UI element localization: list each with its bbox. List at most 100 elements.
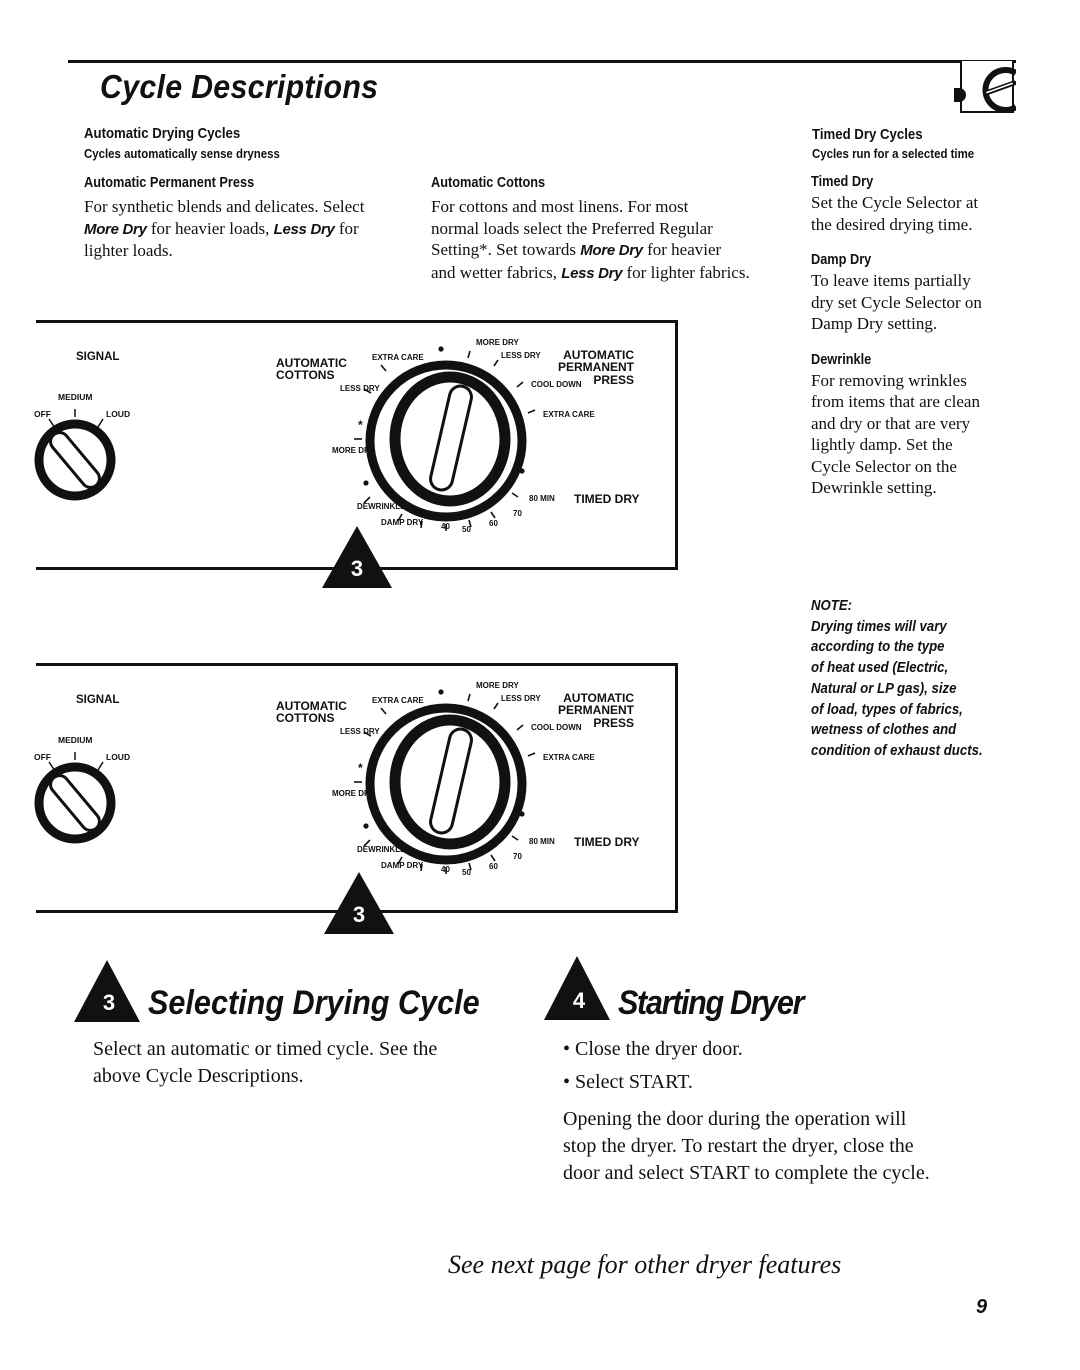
preferred-setting-marker: * bbox=[358, 418, 363, 432]
text-line: from items that are clean bbox=[811, 392, 980, 411]
signal-label: SIGNAL bbox=[76, 694, 119, 706]
timed-dry-label: TIMED DRY bbox=[574, 492, 640, 506]
auto-perm-press-label-2: PERMANENT bbox=[558, 360, 635, 374]
text-line: Setting*. Set towards More Dry for heavi… bbox=[431, 239, 791, 262]
cottons-heading: Automatic Cottons bbox=[431, 175, 546, 191]
signal-knob[interactable] bbox=[34, 752, 116, 844]
note-line: wetness of clothes and bbox=[811, 721, 957, 739]
cool-down-label: COOL DOWN bbox=[531, 723, 582, 732]
text-line: Opening the door during the operation wi… bbox=[563, 1108, 907, 1130]
text-line: Dewrinkle setting. bbox=[811, 478, 937, 497]
text-line: above Cycle Descriptions. bbox=[93, 1065, 304, 1087]
signal-knob[interactable] bbox=[34, 409, 116, 501]
text-run: Setting*. Set towards bbox=[431, 240, 581, 259]
see-next-page-note: See next page for other dryer features bbox=[448, 1250, 842, 1279]
emphasis-less-dry: Less Dry bbox=[561, 264, 623, 282]
70-label: 70 bbox=[513, 509, 522, 518]
signal-medium-label: MEDIUM bbox=[58, 392, 92, 402]
text-line: For synthetic blends and delicates. Sele… bbox=[84, 197, 365, 216]
extra-care-right-label: EXTRA CARE bbox=[543, 410, 595, 419]
timed-dry-label: TIMED DRY bbox=[574, 835, 640, 849]
damp-dry-text: To leave items partially dry set Cycle S… bbox=[811, 270, 1051, 335]
step3-text: Select an automatic or timed cycle. See … bbox=[93, 1036, 437, 1090]
text-line: and wetter fabrics, Less Dry for lighter… bbox=[431, 262, 791, 285]
text-line: stop the dryer. To restart the dryer, cl… bbox=[563, 1135, 914, 1157]
less-dry-right-label: LESS DRY bbox=[501, 351, 541, 360]
text-line: To leave items partially bbox=[811, 271, 971, 290]
badge-number: 3 bbox=[350, 556, 364, 581]
note-label: NOTE: bbox=[811, 597, 853, 614]
note-line: condition of exhaust ducts. bbox=[811, 741, 983, 759]
badge-number: 3 bbox=[352, 902, 366, 927]
perm-press-heading: Automatic Permanent Press bbox=[84, 175, 255, 191]
step3-badge: 3 bbox=[74, 960, 144, 1022]
text-line: Select an automatic or timed cycle. See … bbox=[93, 1038, 438, 1060]
text-line: Set the Cycle Selector at bbox=[811, 193, 979, 212]
text-line: dry set Cycle Selector on bbox=[811, 292, 982, 312]
panel-step-badge-1: 3 bbox=[322, 526, 392, 588]
signal-loud-label: LOUD bbox=[106, 752, 130, 762]
80-min-label: 80 MIN bbox=[529, 494, 555, 503]
text-run: and wetter fabrics, bbox=[431, 262, 562, 282]
signal-off-label: OFF bbox=[34, 409, 51, 419]
bullet-item: Close the dryer door. bbox=[563, 1036, 930, 1063]
text-line: door and select START to complete the cy… bbox=[563, 1162, 930, 1184]
extra-care-left-label: EXTRA CARE bbox=[372, 696, 424, 705]
bullet-item: Select START. bbox=[563, 1069, 930, 1096]
60-label: 60 bbox=[489, 862, 498, 871]
text-line: More Dry for heavier loads, Less Dry for bbox=[84, 218, 404, 241]
text-line: Cycle Selector on the bbox=[811, 456, 957, 476]
text-line: For cottons and most linens. For most bbox=[431, 197, 689, 216]
timed-cycles-subheading: Cycles run for a selected time bbox=[812, 146, 975, 161]
signal-medium-label: MEDIUM bbox=[58, 735, 92, 745]
auto-cottons-label-2: COTTONS bbox=[276, 711, 334, 725]
badge-number: 4 bbox=[572, 988, 586, 1013]
less-dry-right-label: LESS DRY bbox=[501, 694, 541, 703]
80-min-label: 80 MIN bbox=[529, 837, 555, 846]
page-number: 9 bbox=[976, 1296, 988, 1318]
text-line: normal loads select the Preferred Regula… bbox=[431, 218, 713, 238]
text-run: for bbox=[334, 218, 359, 238]
auto-cottons-label-2: COTTONS bbox=[276, 368, 334, 382]
auto-perm-press-label-3: PRESS bbox=[593, 373, 634, 387]
perm-press-description: For synthetic blends and delicates. Sele… bbox=[84, 196, 404, 262]
extra-care-left-label: EXTRA CARE bbox=[372, 353, 424, 362]
text-line: lightly damp. Set the bbox=[811, 435, 953, 454]
emphasis-less-dry: Less Dry bbox=[273, 220, 335, 238]
text-run: for heavier bbox=[642, 240, 722, 259]
auto-perm-press-label-2: PERMANENT bbox=[558, 703, 635, 717]
damp-dry-label: DAMP DRY bbox=[381, 861, 424, 870]
page-title: Cycle Descriptions bbox=[100, 68, 379, 105]
step4-text: Close the dryer door. Select START. Open… bbox=[563, 1036, 930, 1187]
text-line: lighter loads. bbox=[84, 241, 173, 260]
text-run: for heavier loads, bbox=[146, 218, 274, 238]
automatic-cycles-subheading: Cycles automatically sense dryness bbox=[84, 146, 280, 161]
text-line: and dry or that are very bbox=[811, 413, 971, 433]
more-dry-top-label: MORE DRY bbox=[476, 681, 519, 690]
note-line: according to the type bbox=[811, 638, 945, 656]
note-line: of heat used (Electric, bbox=[811, 659, 949, 677]
signal-label: SIGNAL bbox=[76, 351, 119, 363]
automatic-cycles-heading: Automatic Drying Cycles bbox=[84, 125, 241, 142]
preferred-setting-marker: * bbox=[358, 761, 363, 775]
panel-step-badge-2: 3 bbox=[324, 872, 394, 934]
note-line: of load, types of fabrics, bbox=[811, 700, 963, 718]
dewrinkle-text: For removing wrinkles from items that ar… bbox=[811, 370, 1051, 499]
cottons-description: For cottons and most linens. For most no… bbox=[431, 196, 791, 284]
text-line: Damp Dry setting. bbox=[811, 314, 938, 333]
more-dry-top-label: MORE DRY bbox=[476, 338, 519, 347]
dial-tab-icon bbox=[982, 67, 1018, 113]
less-dry-left-label: LESS DRY bbox=[340, 727, 380, 736]
top-rule bbox=[68, 60, 1016, 63]
timed-dry-text: Set the Cycle Selector at the desired dr… bbox=[811, 192, 1051, 235]
text-line: the desired drying time. bbox=[811, 214, 973, 234]
less-dry-left-label: LESS DRY bbox=[340, 384, 380, 393]
60-label: 60 bbox=[489, 519, 498, 528]
note-line: Drying times will vary bbox=[811, 617, 947, 635]
section-tab bbox=[960, 61, 1018, 113]
70-label: 70 bbox=[513, 852, 522, 861]
signal-loud-label: LOUD bbox=[106, 409, 130, 419]
emphasis-more-dry: More Dry bbox=[580, 242, 643, 259]
text-line: For removing wrinkles bbox=[811, 370, 967, 390]
note-line: Natural or LP gas), size bbox=[811, 679, 957, 697]
